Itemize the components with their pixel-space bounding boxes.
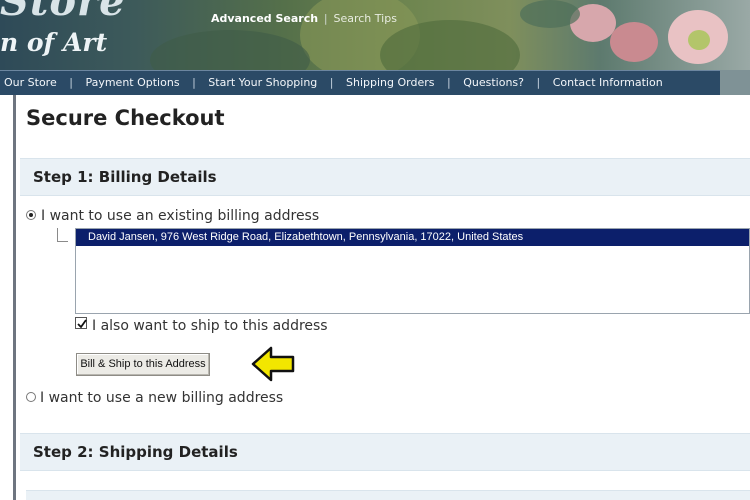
nav-item-contact-information[interactable]: Contact Information bbox=[553, 76, 663, 89]
nav-separator: | bbox=[69, 76, 73, 89]
banner-foliage bbox=[150, 30, 310, 70]
bill-and-ship-button[interactable]: Bill & Ship to this Address bbox=[76, 353, 210, 376]
logo-text-top[interactable]: Store bbox=[0, 0, 126, 25]
ship-to-address-checkbox[interactable] bbox=[75, 317, 87, 329]
nav-item-questions[interactable]: Questions? bbox=[463, 76, 524, 89]
advanced-search-link[interactable]: Advanced Search bbox=[211, 12, 318, 25]
link-separator: | bbox=[323, 12, 328, 25]
search-links: Advanced Search | Search Tips bbox=[211, 12, 397, 25]
existing-address-label[interactable]: I want to use an existing billing addres… bbox=[41, 208, 319, 224]
checkmark-icon bbox=[77, 319, 87, 329]
nav-item-our-store[interactable]: Our Store bbox=[4, 76, 57, 89]
new-address-radio[interactable] bbox=[26, 392, 36, 402]
nav-separator: | bbox=[192, 76, 196, 89]
step1-header: Step 1: Billing Details bbox=[20, 158, 750, 196]
tree-connector bbox=[57, 228, 68, 242]
address-select-list[interactable]: David Jansen, 976 West Ridge Road, Eliza… bbox=[75, 228, 750, 314]
banner-flower-center bbox=[688, 30, 710, 50]
content-left-border bbox=[13, 95, 16, 500]
nav-end-block bbox=[720, 70, 750, 95]
ship-to-address-label[interactable]: I also want to ship to this address bbox=[92, 318, 328, 334]
nav-item-start-shopping[interactable]: Start Your Shopping bbox=[208, 76, 317, 89]
nav-item-shipping-orders[interactable]: Shipping Orders bbox=[346, 76, 434, 89]
nav-separator: | bbox=[447, 76, 451, 89]
nav-separator: | bbox=[536, 76, 541, 89]
nav-item-payment-options[interactable]: Payment Options bbox=[85, 76, 179, 89]
step3-header-partial bbox=[26, 490, 750, 500]
logo-text-bottom[interactable]: n of Art bbox=[0, 28, 107, 57]
arrow-left-icon bbox=[251, 346, 295, 382]
address-option-selected[interactable]: David Jansen, 976 West Ridge Road, Eliza… bbox=[76, 229, 749, 246]
site-banner: Store n of Art Advanced Search | Search … bbox=[0, 0, 750, 70]
banner-flower bbox=[610, 22, 658, 62]
new-address-label[interactable]: I want to use a new billing address bbox=[40, 390, 283, 406]
banner-foliage bbox=[520, 0, 580, 28]
nav-separator: | bbox=[329, 76, 334, 89]
page-title: Secure Checkout bbox=[26, 106, 225, 130]
step2-header: Step 2: Shipping Details bbox=[20, 433, 750, 471]
existing-address-radio[interactable] bbox=[26, 210, 36, 220]
main-nav: Our Store | Payment Options | Start Your… bbox=[0, 70, 720, 95]
search-tips-link[interactable]: Search Tips bbox=[333, 12, 396, 25]
